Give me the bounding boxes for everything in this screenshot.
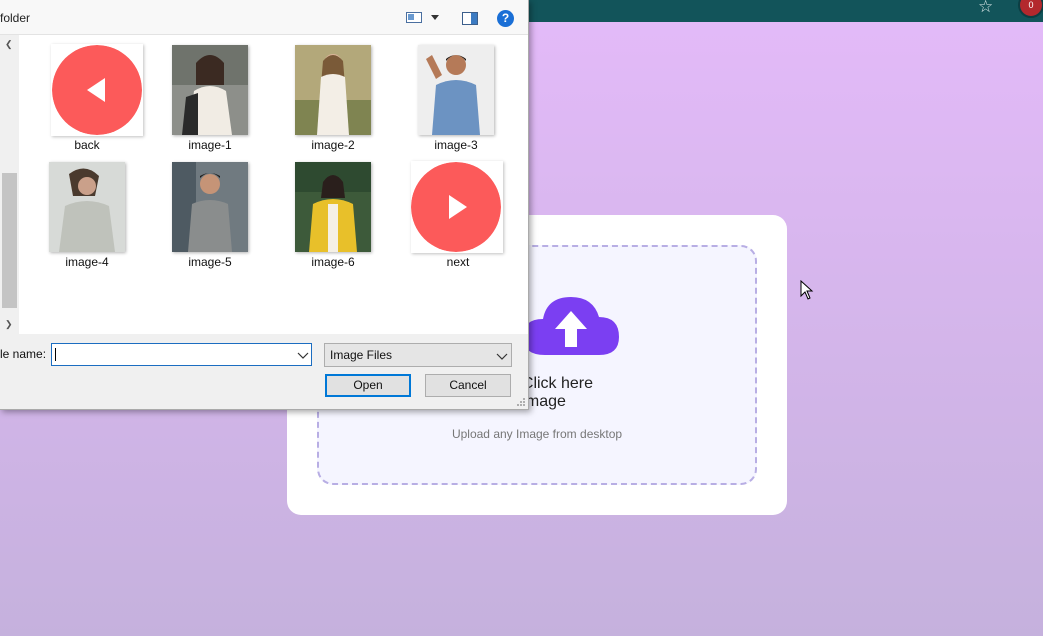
image-thumbnail (418, 45, 494, 135)
extension-icon[interactable]: 0 (1018, 0, 1043, 18)
image-thumbnail (295, 45, 371, 135)
help-icon[interactable]: ? (497, 10, 514, 27)
image-thumbnail (295, 162, 371, 252)
file-item-image-3[interactable]: image-3 (398, 35, 508, 152)
file-label: next (446, 255, 470, 269)
file-label: image-6 (311, 255, 355, 269)
open-button[interactable]: Open (325, 374, 411, 397)
cloud-upload-icon (523, 297, 619, 355)
image-thumbnail (172, 162, 248, 252)
back-icon (52, 45, 142, 135)
file-label: image-5 (188, 255, 232, 269)
chevron-down-icon (496, 353, 508, 360)
file-item-back[interactable]: back (29, 35, 143, 152)
chevron-down-icon[interactable] (296, 348, 310, 362)
file-label: image-1 (188, 138, 232, 152)
file-label: image-4 (65, 255, 109, 269)
file-item-image-2[interactable]: image-2 (275, 35, 385, 152)
file-name-input[interactable] (51, 343, 312, 366)
view-menu-chevron-icon[interactable] (431, 15, 439, 20)
mouse-cursor-icon (800, 280, 814, 300)
text-caret (55, 348, 56, 361)
file-label: back (74, 138, 100, 152)
file-name-label: le name: (0, 347, 47, 361)
next-icon (411, 162, 501, 252)
preview-pane-icon[interactable] (462, 12, 478, 25)
file-list: back image-1 image-2 image-3 image-4 ima… (19, 35, 528, 334)
file-label: image-3 (434, 138, 478, 152)
file-open-dialog: folder ? ❮ ❯ back image-1 image-2 image-… (0, 0, 529, 410)
image-thumbnail (172, 45, 248, 135)
star-icon[interactable]: ☆ (978, 0, 993, 18)
dialog-path-label: folder (0, 11, 31, 25)
file-item-next[interactable]: next (398, 152, 508, 269)
image-thumbnail (49, 162, 125, 252)
file-type-value: Image Files (330, 348, 393, 362)
dialog-toolbar: folder ? (0, 0, 528, 35)
file-item-image-5[interactable]: image-5 (152, 152, 262, 269)
file-item-image-1[interactable]: image-1 (152, 35, 262, 152)
change-view-icon[interactable] (406, 12, 422, 23)
file-label: image-2 (311, 138, 355, 152)
file-type-select[interactable]: Image Files (324, 343, 512, 367)
upload-subtitle: Upload any Image from desktop (451, 427, 623, 441)
resize-grip-icon[interactable] (516, 397, 526, 407)
file-item-image-6[interactable]: image-6 (275, 152, 385, 269)
scroll-down-chevron-icon[interactable]: ❯ (5, 319, 13, 330)
scroll-up-chevron-icon[interactable]: ❮ (5, 39, 13, 50)
cancel-button[interactable]: Cancel (425, 374, 511, 397)
scroll-thumb[interactable] (2, 173, 17, 308)
vertical-scrollbar[interactable]: ❮ ❯ (0, 35, 18, 334)
file-item-image-4[interactable]: image-4 (29, 152, 139, 269)
